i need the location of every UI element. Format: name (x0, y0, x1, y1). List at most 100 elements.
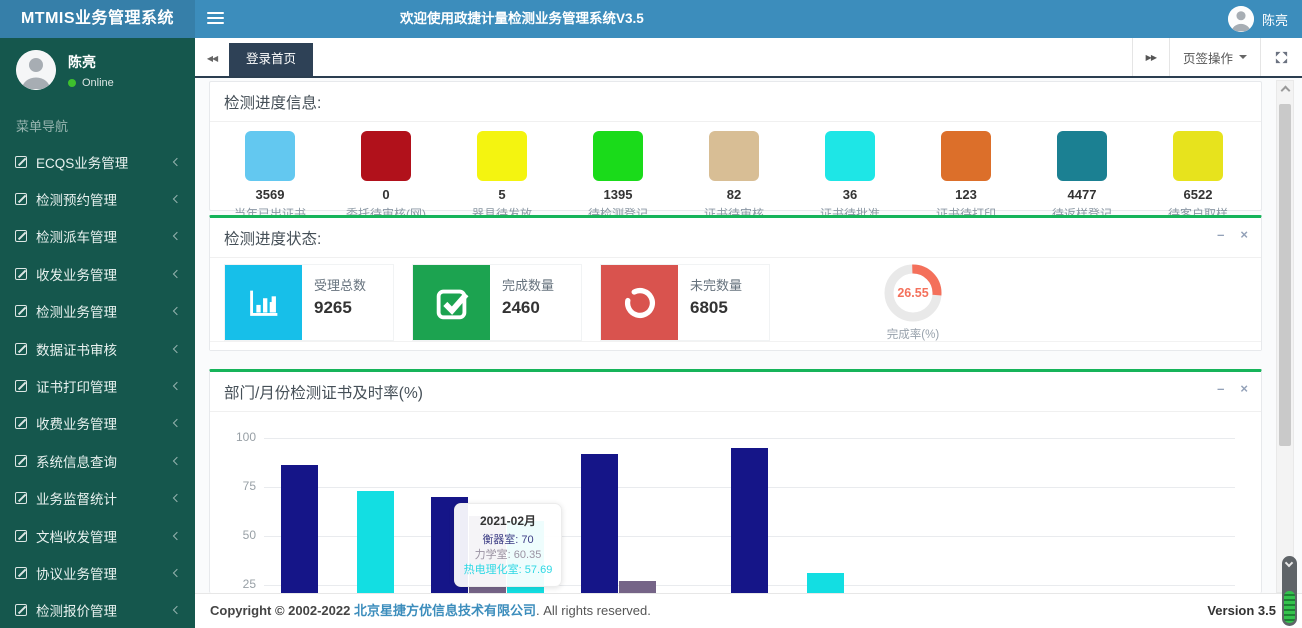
tabs-scroll-left-button[interactable]: ◀◀ (195, 38, 229, 76)
user-avatar-icon (16, 50, 56, 90)
sidebar-user-panel: 陈亮 Online (0, 38, 195, 104)
chevron-left-icon (173, 382, 181, 390)
sidebar-item-sendreceive[interactable]: 收发业务管理 (0, 255, 195, 292)
panel-progress-status: 检测进度状态: –× 受理总数9265 (209, 215, 1262, 351)
progress-color-box[interactable] (941, 131, 991, 181)
vertical-scrollbar[interactable] (1276, 80, 1294, 593)
chart-tooltip: 2021-02月衡器室: 70力学室: 60.35热电理化室: 57.69 (454, 503, 562, 587)
main-content: 检测进度信息: 3569当年已出证书 0委托待审核(网) 5器具待发放 1395… (195, 78, 1302, 593)
edit-icon (15, 268, 27, 280)
progress-item: 123证书待打印 (908, 131, 1024, 222)
sidebar-item-agreement[interactable]: 协议业务管理 (0, 554, 195, 591)
progress-value: 82 (676, 187, 792, 202)
sidebar-item-testing[interactable]: 检测业务管理 (0, 293, 195, 330)
progress-color-box[interactable] (1173, 131, 1223, 181)
panel-department-chart: 部门/月份检测证书及时率(%) –× 1007550252021-02月衡器室:… (209, 369, 1262, 593)
chevron-left-icon (173, 419, 181, 427)
sidebar-item-label: 检测报价管理 (36, 600, 117, 620)
y-axis-tick: 25 (218, 577, 256, 591)
bar-衡器室-2021-04月 (731, 448, 768, 593)
y-axis-tick: 50 (218, 528, 256, 542)
rights-text: . All rights reserved. (536, 603, 651, 618)
sidebar-item-cert-audit[interactable]: 数据证书审核 (0, 330, 195, 367)
sidebar-item-label: 检测预约管理 (36, 189, 117, 209)
status-box-undone: 未完数量6805 (600, 264, 770, 341)
tab-home[interactable]: 登录首页 (229, 43, 313, 76)
progress-value: 5 (444, 187, 560, 202)
bar-热电理化室-2021-04月 (807, 573, 844, 593)
status-value: 2460 (502, 298, 554, 318)
tooltip-title: 2021-02月 (459, 512, 557, 529)
circle-notch-icon (619, 282, 661, 324)
progress-value: 123 (908, 187, 1024, 202)
progress-color-box[interactable] (1057, 131, 1107, 181)
sidebar-item-fees[interactable]: 收费业务管理 (0, 405, 195, 442)
edit-icon (15, 530, 27, 542)
green-stripes-grip (1284, 591, 1295, 623)
panel-title: 检测进度状态: –× (210, 218, 1261, 258)
tab-bar: ◀◀ 登录首页 ▶▶ 页签操作 (195, 38, 1302, 78)
edit-icon (15, 417, 27, 429)
status-box-done: 完成数量 2460 (412, 264, 582, 341)
chevron-left-icon (173, 157, 181, 165)
donut-label: 完成率(%) (884, 326, 942, 342)
sidebar-item-cert-print[interactable]: 证书打印管理 (0, 367, 195, 404)
sidebar-item-quotation[interactable]: 检测报价管理 (0, 592, 195, 628)
scrollbar-thumb[interactable] (1279, 104, 1291, 446)
sidebar-item-label: 业务监督统计 (36, 488, 117, 508)
chevron-left-icon (173, 307, 181, 315)
sidebar-item-sysinfo[interactable]: 系统信息查询 (0, 442, 195, 479)
progress-color-box[interactable] (709, 131, 759, 181)
progress-item: 0委托待审核(网) (328, 131, 444, 222)
tabs-scroll-right-button[interactable]: ▶▶ (1132, 38, 1169, 76)
sidebar-item-supervision[interactable]: 业务监督统计 (0, 480, 195, 517)
sidebar-item-label: 数据证书审核 (36, 339, 117, 359)
double-left-arrow-icon: ◀◀ (207, 54, 217, 63)
chevron-left-icon (173, 569, 181, 577)
progress-color-box[interactable] (361, 131, 411, 181)
bar-衡器室-2021-03月 (581, 454, 618, 593)
collapse-panel-button[interactable]: – (1217, 382, 1224, 396)
caret-down-icon (1239, 55, 1247, 59)
progress-color-box[interactable] (245, 131, 295, 181)
hamburger-menu-icon[interactable] (207, 12, 224, 25)
bar-chart-icon (243, 282, 285, 324)
edit-icon (15, 156, 27, 168)
scrollbar-up-arrow[interactable] (1281, 86, 1291, 96)
copyright-text: Copyright © 2002-2022 (210, 603, 350, 618)
progress-value: 6522 (1140, 187, 1256, 202)
y-axis-tick: 100 (218, 430, 256, 444)
fullscreen-button[interactable] (1260, 38, 1302, 76)
tooltip-line: 力学室: 60.35 (459, 548, 557, 563)
progress-color-box[interactable] (477, 131, 527, 181)
edit-icon (15, 380, 27, 392)
top-header: MTMIS业务管理系统 欢迎使用政捷计量检测业务管理系统V3.5 陈亮 (0, 0, 1302, 38)
user-status: Online (68, 77, 114, 89)
progress-color-box[interactable] (593, 131, 643, 181)
close-panel-button[interactable]: × (1240, 228, 1248, 242)
progress-value: 3569 (212, 187, 328, 202)
company-link[interactable]: 北京星捷方优信息技术有限公司 (354, 603, 536, 618)
status-label: 未完数量 (690, 275, 742, 294)
tab-actions-dropdown[interactable]: 页签操作 (1169, 38, 1260, 76)
sidebar-item-documents[interactable]: 文档收发管理 (0, 517, 195, 554)
panel-progress-info: 检测进度信息: 3569当年已出证书 0委托待审核(网) 5器具待发放 1395… (209, 81, 1262, 211)
collapse-panel-button[interactable]: – (1217, 228, 1224, 242)
progress-item: 1395待检测登记 (560, 131, 676, 222)
header-user-menu[interactable]: 陈亮 (1228, 0, 1288, 38)
sidebar-item-ecqs[interactable]: ECQS业务管理 (0, 143, 195, 180)
progress-color-box[interactable] (825, 131, 875, 181)
sidebar-item-appointment[interactable]: 检测预约管理 (0, 180, 195, 217)
sidebar-item-label: 检测业务管理 (36, 301, 117, 321)
status-label: 完成数量 (502, 275, 554, 294)
progress-value: 0 (328, 187, 444, 202)
scroll-widget[interactable] (1282, 556, 1297, 626)
sidebar-item-dispatch[interactable]: 检测派车管理 (0, 218, 195, 255)
status-label: 受理总数 (314, 275, 366, 294)
sidebar: 陈亮 Online 菜单导航 ECQS业务管理 检测预约管理 检测派车管理 收发… (0, 38, 195, 628)
sidebar-item-label: 系统信息查询 (36, 451, 117, 471)
app-logo[interactable]: MTMIS业务管理系统 (0, 0, 195, 38)
chevron-left-icon (173, 232, 181, 240)
close-panel-button[interactable]: × (1240, 382, 1248, 396)
check-square-icon (431, 282, 473, 324)
